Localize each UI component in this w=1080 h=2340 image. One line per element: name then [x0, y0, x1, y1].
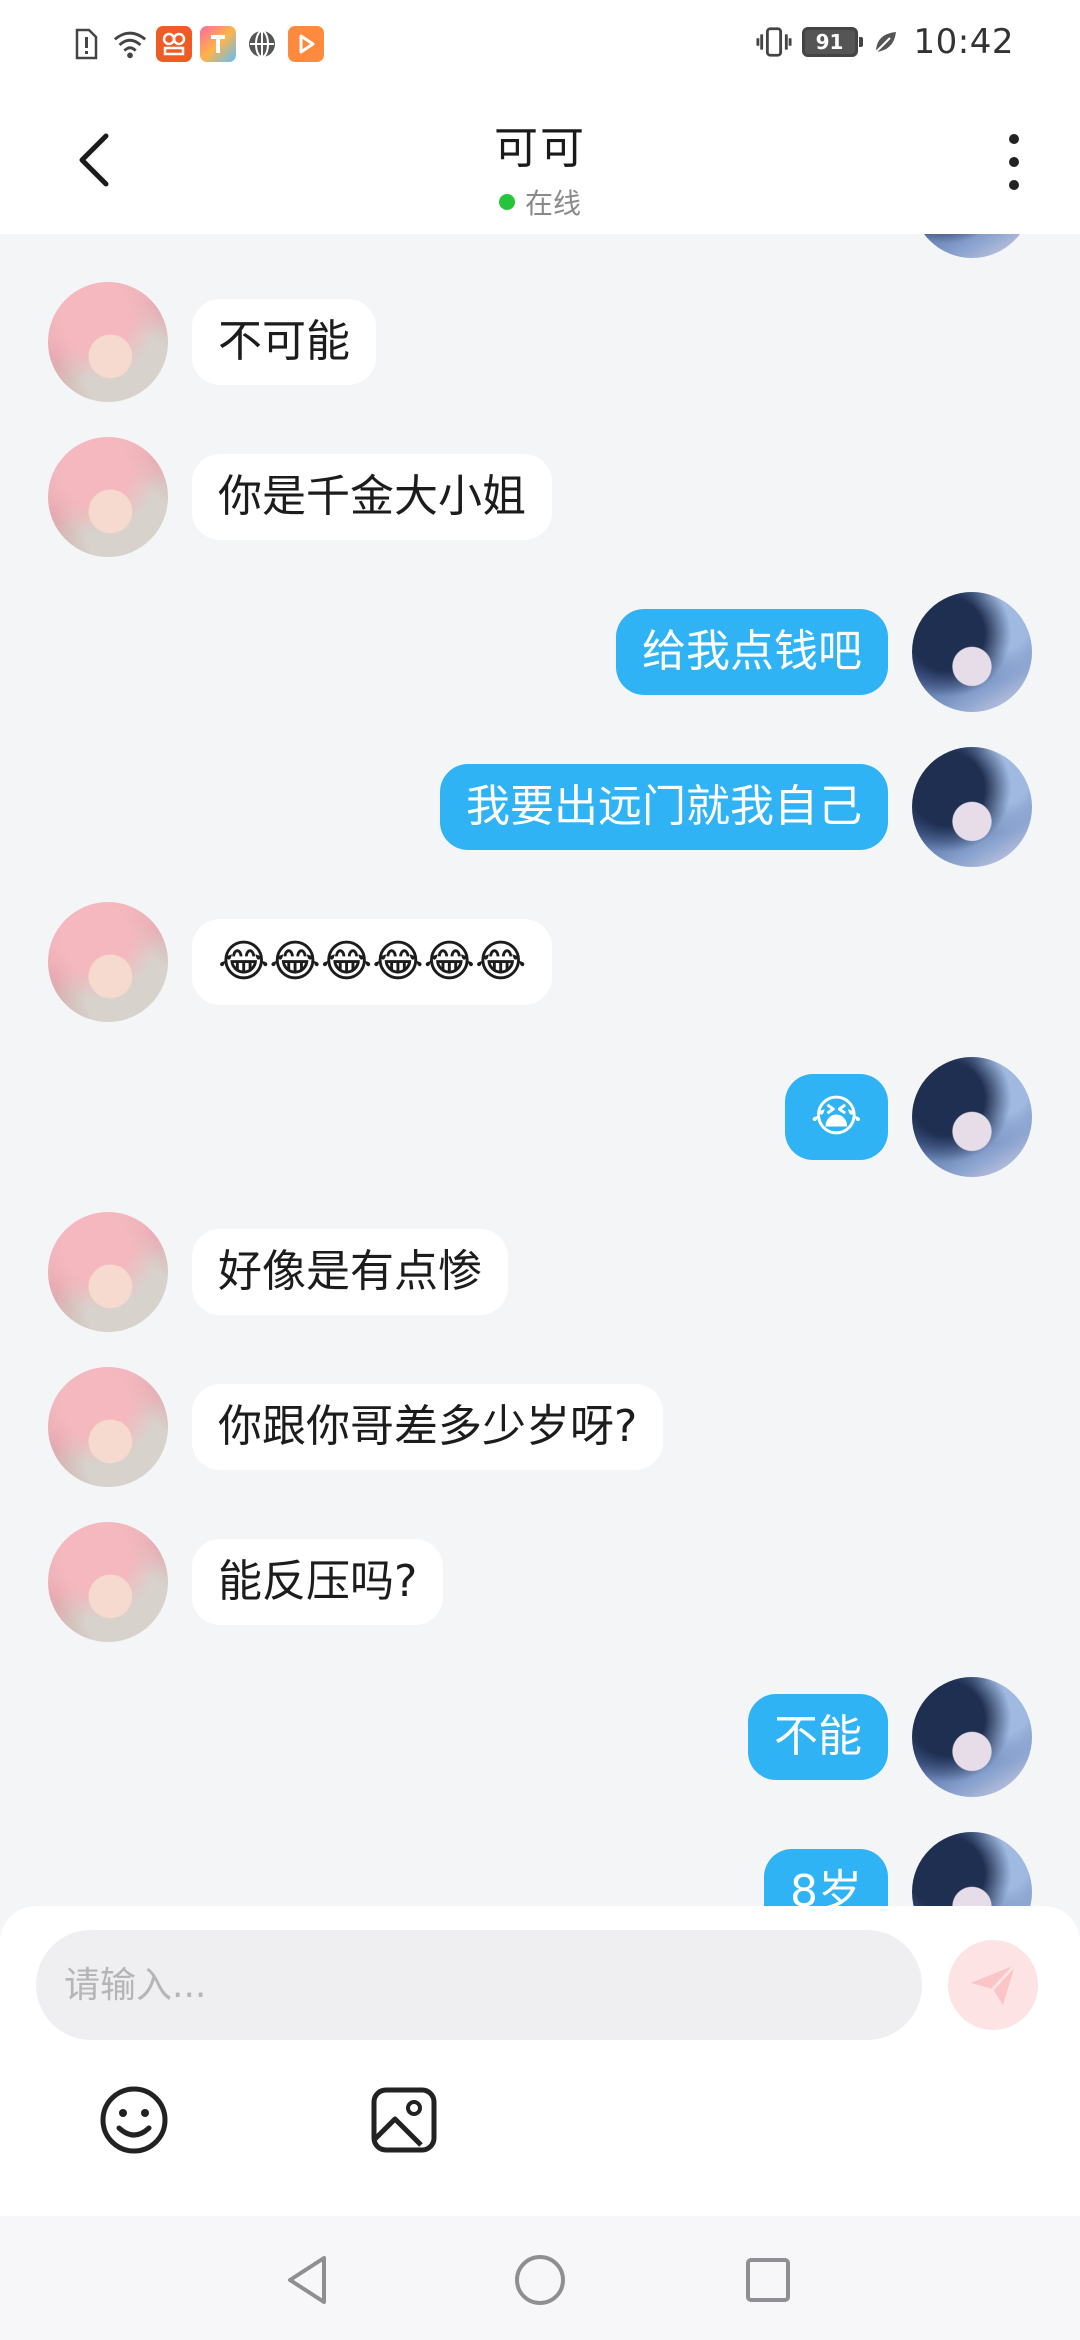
more-options-button[interactable] — [994, 130, 1034, 194]
nav-home-button[interactable] — [510, 2250, 570, 2310]
message-bubble[interactable]: 你是千金大小姐 — [192, 454, 552, 540]
avatar[interactable] — [48, 1522, 168, 1642]
message-bubble[interactable]: 好像是有点惨 — [192, 1229, 508, 1315]
avatar — [912, 234, 1032, 258]
message-bubble[interactable]: 😂😂😂😂😂😂 — [192, 919, 553, 1005]
message-sent[interactable]: 😭 — [761, 1057, 1032, 1177]
message-received[interactable]: 能反压吗? — [48, 1522, 467, 1642]
alert-icon — [68, 26, 104, 62]
avatar[interactable] — [912, 1057, 1032, 1177]
message-bubble[interactable]: 不能 — [748, 1694, 888, 1780]
avatar[interactable] — [48, 902, 168, 1022]
avatar[interactable] — [48, 1212, 168, 1332]
title-block: 可可 在线 — [0, 112, 1080, 222]
image-icon — [371, 2087, 437, 2153]
message-sent[interactable]: 给我点钱吧 — [592, 592, 1032, 712]
presence-label: 在线 — [524, 187, 581, 220]
system-nav-bar — [0, 2216, 1080, 2340]
clock: 10:42 — [913, 22, 1014, 62]
message-bubble[interactable]: 你跟你哥差多少岁呀? — [192, 1384, 664, 1470]
avatar[interactable] — [912, 592, 1032, 712]
message-received[interactable]: 你是千金大小姐 — [48, 437, 576, 557]
avatar[interactable] — [912, 1832, 1032, 1906]
circle-home-icon — [515, 2255, 565, 2305]
app-icon-globe — [244, 26, 280, 62]
send-button[interactable] — [948, 1940, 1038, 2030]
square-recents-icon — [746, 2258, 790, 2302]
app-icon-orange — [156, 26, 192, 62]
message-sent[interactable]: 不能 — [724, 1677, 1032, 1797]
message-received[interactable]: 你跟你哥差多少岁呀? — [48, 1367, 687, 1487]
more-dot-icon — [1009, 157, 1019, 167]
status-bar-right: 91 10:42 — [755, 22, 1014, 62]
message-input[interactable] — [36, 1930, 922, 2040]
vibrate-icon — [755, 24, 792, 60]
message-received[interactable]: 不可能 — [48, 282, 400, 402]
avatar[interactable] — [48, 282, 168, 402]
chat-header: 可可 在线 — [0, 90, 1080, 234]
message-list[interactable]: 不可能 你是千金大小姐 给我点钱吧 我要出远门就我自己 😂😂😂😂😂😂 😭 好像是… — [0, 234, 1080, 1906]
message-sent[interactable]: 我要出远门就我自己 — [416, 747, 1032, 867]
leaf-icon — [868, 24, 904, 60]
nav-recents-button[interactable] — [738, 2250, 798, 2310]
smiley-icon — [100, 2086, 168, 2154]
wifi-icon — [112, 26, 148, 62]
message-bubble[interactable]: 我要出远门就我自己 — [440, 764, 888, 850]
message-sent[interactable]: 8岁 — [740, 1832, 1032, 1906]
online-dot-icon — [498, 194, 515, 210]
triangle-back-icon — [288, 2256, 326, 2304]
message-bubble[interactable]: 不可能 — [192, 299, 376, 385]
battery-indicator: 91 — [801, 27, 863, 57]
paper-plane-icon — [971, 1963, 1017, 2005]
image-button[interactable] — [364, 2080, 444, 2160]
app-icon-play — [288, 26, 324, 62]
more-dot-icon — [1009, 134, 1019, 144]
avatar[interactable] — [912, 747, 1032, 867]
avatar[interactable] — [48, 437, 168, 557]
message-received[interactable]: 好像是有点惨 — [48, 1212, 532, 1332]
app-icon-colorful — [200, 26, 236, 62]
avatar[interactable] — [48, 1367, 168, 1487]
presence-status: 在线 — [0, 182, 1080, 222]
message-received[interactable]: 😂😂😂😂😂😂 — [48, 902, 576, 1022]
message-bubble[interactable]: 8岁 — [764, 1849, 888, 1906]
emoji-button[interactable] — [94, 2080, 174, 2160]
status-bar-left — [68, 26, 324, 62]
composer — [0, 1906, 1080, 2216]
contact-name: 可可 — [494, 123, 586, 174]
message-bubble[interactable]: 😭 — [784, 1074, 888, 1160]
status-bar: 91 10:42 — [0, 0, 1080, 90]
nav-back-button[interactable] — [278, 2250, 338, 2310]
message-bubble[interactable]: 能反压吗? — [192, 1539, 444, 1625]
message-bubble[interactable]: 给我点钱吧 — [616, 609, 888, 695]
avatar[interactable] — [912, 1677, 1032, 1797]
more-dot-icon — [1009, 180, 1019, 190]
